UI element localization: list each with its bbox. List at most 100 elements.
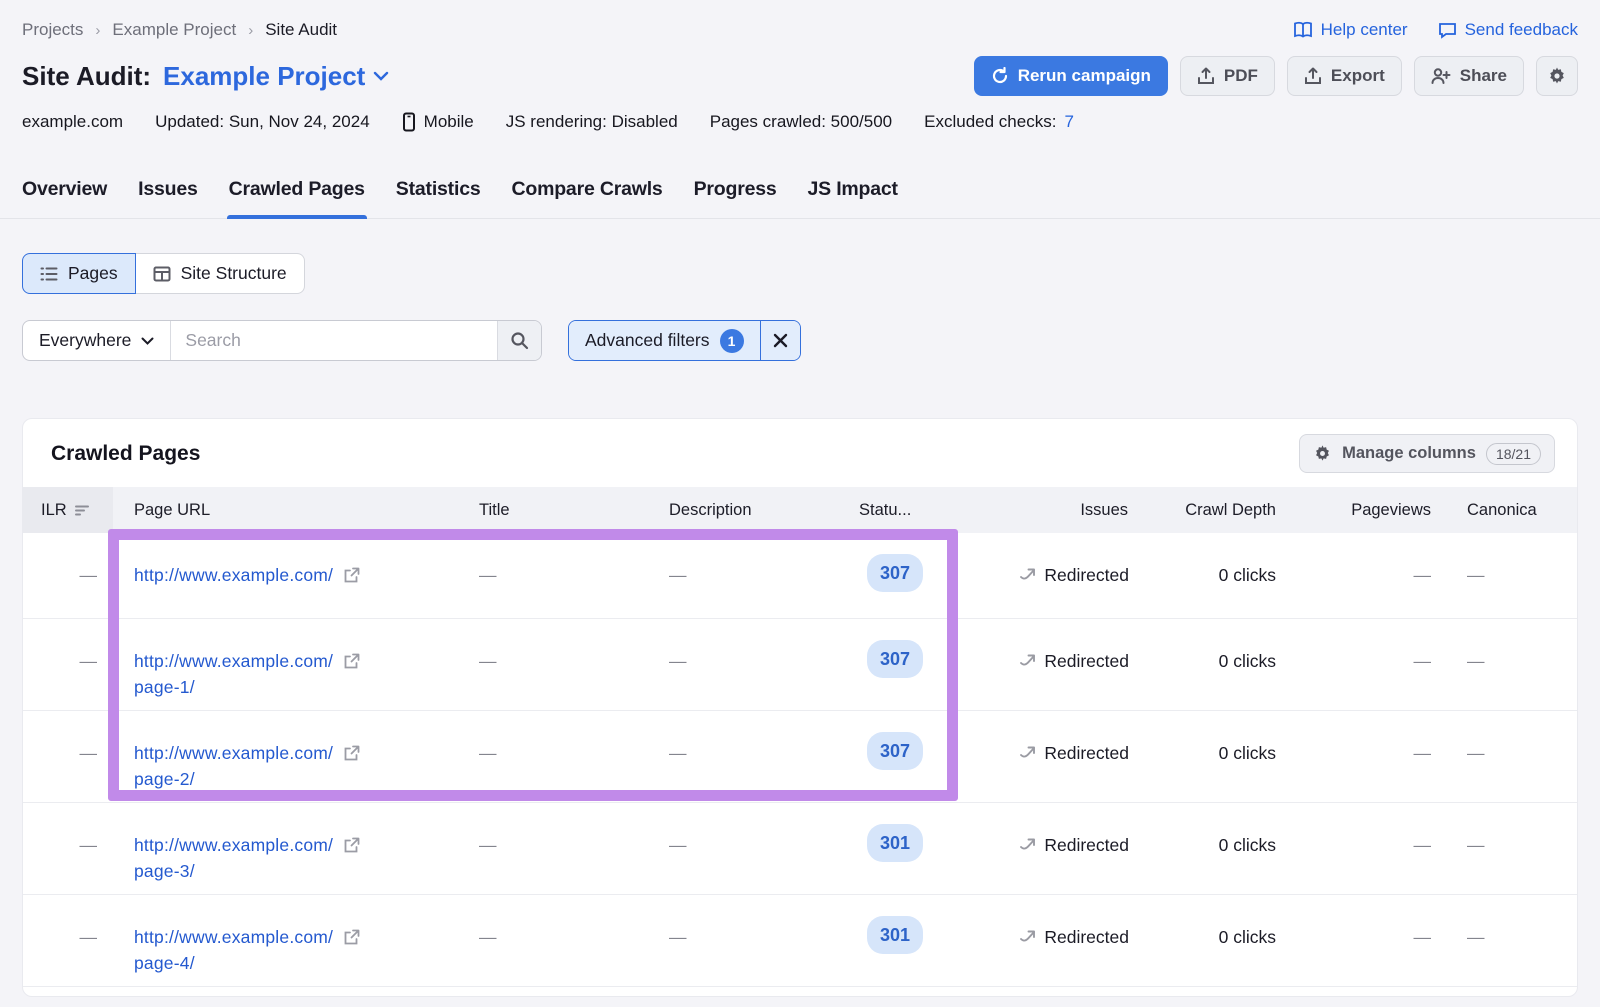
page-url-link[interactable]: http://www.example.com/ [134, 648, 333, 674]
canonical-cell: — [1441, 803, 1577, 894]
excluded-checks-label: Excluded checks: [924, 112, 1056, 132]
project-selector[interactable]: Example Project [163, 61, 389, 92]
page-url-link-line2[interactable]: page-1/ [134, 674, 195, 700]
status-code-badge[interactable]: 301 [867, 916, 923, 954]
send-feedback-link[interactable]: Send feedback [1438, 20, 1578, 40]
domain-label: example.com [22, 112, 123, 132]
issues-cell: Redirected [938, 803, 1138, 894]
share-button[interactable]: Share [1414, 56, 1524, 96]
external-link-icon[interactable] [343, 837, 360, 854]
tab-progress[interactable]: Progress [692, 170, 779, 218]
page-url-link[interactable]: http://www.example.com/ [134, 832, 333, 858]
search-button[interactable] [497, 321, 541, 360]
crawl-depth-cell: 0 clicks [1138, 711, 1286, 802]
toggle-pages[interactable]: Pages [22, 253, 136, 294]
toggle-site-structure[interactable]: Site Structure [136, 253, 305, 294]
redirect-arrow-icon [1019, 651, 1037, 667]
share-user-icon [1431, 67, 1451, 85]
tab-overview[interactable]: Overview [20, 170, 109, 218]
external-link-icon[interactable] [343, 745, 360, 762]
column-header-title[interactable]: Title [463, 487, 653, 533]
column-header-pageviews[interactable]: Pageviews [1286, 487, 1441, 533]
issues-value: Redirected [1044, 832, 1129, 858]
description-value: — [669, 927, 687, 947]
tab-crawled-pages[interactable]: Crawled Pages [227, 170, 367, 218]
tab-js-impact[interactable]: JS Impact [806, 170, 900, 218]
canonical-value: — [1467, 565, 1485, 585]
page-url-link-line2[interactable]: page-2/ [134, 766, 195, 792]
rerun-campaign-label: Rerun campaign [1018, 66, 1151, 86]
pageviews-cell: — [1286, 711, 1441, 802]
pageviews-cell: — [1286, 533, 1441, 618]
column-header-ilr[interactable]: ILR [23, 487, 113, 533]
ilr-cell: — [23, 711, 113, 802]
status-code-badge[interactable]: 307 [867, 640, 923, 678]
column-header-description[interactable]: Description [653, 487, 843, 533]
external-link-icon[interactable] [343, 653, 360, 670]
description-cell: — [653, 895, 843, 986]
description-cell: — [653, 619, 843, 710]
card-title: Crawled Pages [51, 442, 200, 466]
canonical-value: — [1467, 835, 1485, 855]
breadcrumb-site-audit: Site Audit [265, 20, 337, 40]
status-code-badge[interactable]: 307 [867, 554, 923, 592]
export-button[interactable]: Export [1287, 56, 1402, 96]
export-icon [1304, 67, 1322, 85]
status-code-badge[interactable]: 307 [867, 732, 923, 770]
filter-row: Everywhere Advanced filters 1 [0, 294, 1600, 361]
excluded-checks-link[interactable]: 7 [1064, 112, 1073, 132]
rerun-campaign-button[interactable]: Rerun campaign [974, 56, 1168, 96]
column-header-canonical[interactable]: Canonica [1441, 487, 1577, 533]
page-url-link[interactable]: http://www.example.com/ [134, 562, 333, 588]
advanced-filters-label: Advanced filters [585, 330, 710, 351]
canonical-cell: — [1441, 895, 1577, 986]
table-row: —http://www.example.com/——307Redirected0… [23, 533, 1577, 619]
pageviews-cell: — [1286, 619, 1441, 710]
search-input[interactable] [171, 321, 497, 360]
help-center-link[interactable]: Help center [1293, 20, 1408, 40]
ilr-cell: — [23, 619, 113, 710]
tab-issues[interactable]: Issues [136, 170, 200, 218]
crawl-depth-cell: 0 clicks [1138, 895, 1286, 986]
pdf-button[interactable]: PDF [1180, 56, 1275, 96]
breadcrumb-projects[interactable]: Projects [22, 20, 83, 40]
issues-cell: Redirected [938, 895, 1138, 986]
pageviews-value: — [1414, 651, 1432, 671]
column-header-status[interactable]: Statu... [843, 487, 938, 533]
column-label: Issues [1080, 501, 1128, 520]
canonical-cell: — [1441, 533, 1577, 618]
issues-cell: Redirected [938, 711, 1138, 802]
meta-row: example.com Updated: Sun, Nov 24, 2024 M… [0, 96, 1600, 132]
page-url-cell: http://www.example.com/page-2/ [113, 711, 463, 802]
column-header-page-url[interactable]: Page URL [113, 487, 463, 533]
tab-compare-crawls[interactable]: Compare Crawls [509, 170, 664, 218]
chevron-down-icon [373, 71, 389, 81]
settings-button[interactable] [1536, 56, 1578, 96]
list-icon [40, 266, 58, 282]
external-link-icon[interactable] [343, 929, 360, 946]
clear-filters-button[interactable] [760, 321, 800, 360]
header-actions: Rerun campaign PDF Export [974, 56, 1578, 96]
status-code-badge[interactable]: 301 [867, 824, 923, 862]
column-header-crawl-depth[interactable]: Crawl Depth [1138, 487, 1286, 533]
advanced-filters-button[interactable]: Advanced filters 1 [569, 321, 760, 360]
pageviews-cell: — [1286, 803, 1441, 894]
page-url-link[interactable]: http://www.example.com/ [134, 740, 333, 766]
view-toggle: Pages Site Structure [22, 253, 305, 294]
external-link-icon[interactable] [343, 567, 360, 584]
issues-cell: Redirected [938, 533, 1138, 618]
column-header-issues[interactable]: Issues [938, 487, 1138, 533]
page-url-link-line2[interactable]: page-3/ [134, 858, 195, 884]
tab-statistics[interactable]: Statistics [394, 170, 483, 218]
page-url-link-line2[interactable]: page-4/ [134, 950, 195, 976]
book-icon [1293, 21, 1313, 39]
column-label: Canonica [1467, 501, 1537, 520]
search-scope-select[interactable]: Everywhere [23, 321, 171, 360]
ilr-cell: — [23, 895, 113, 986]
device-item: Mobile [402, 112, 474, 132]
canonical-value: — [1467, 651, 1485, 671]
breadcrumb-example-project[interactable]: Example Project [112, 20, 236, 40]
description-cell: — [653, 711, 843, 802]
page-url-link[interactable]: http://www.example.com/ [134, 924, 333, 950]
manage-columns-button[interactable]: Manage columns 18/21 [1299, 434, 1555, 473]
